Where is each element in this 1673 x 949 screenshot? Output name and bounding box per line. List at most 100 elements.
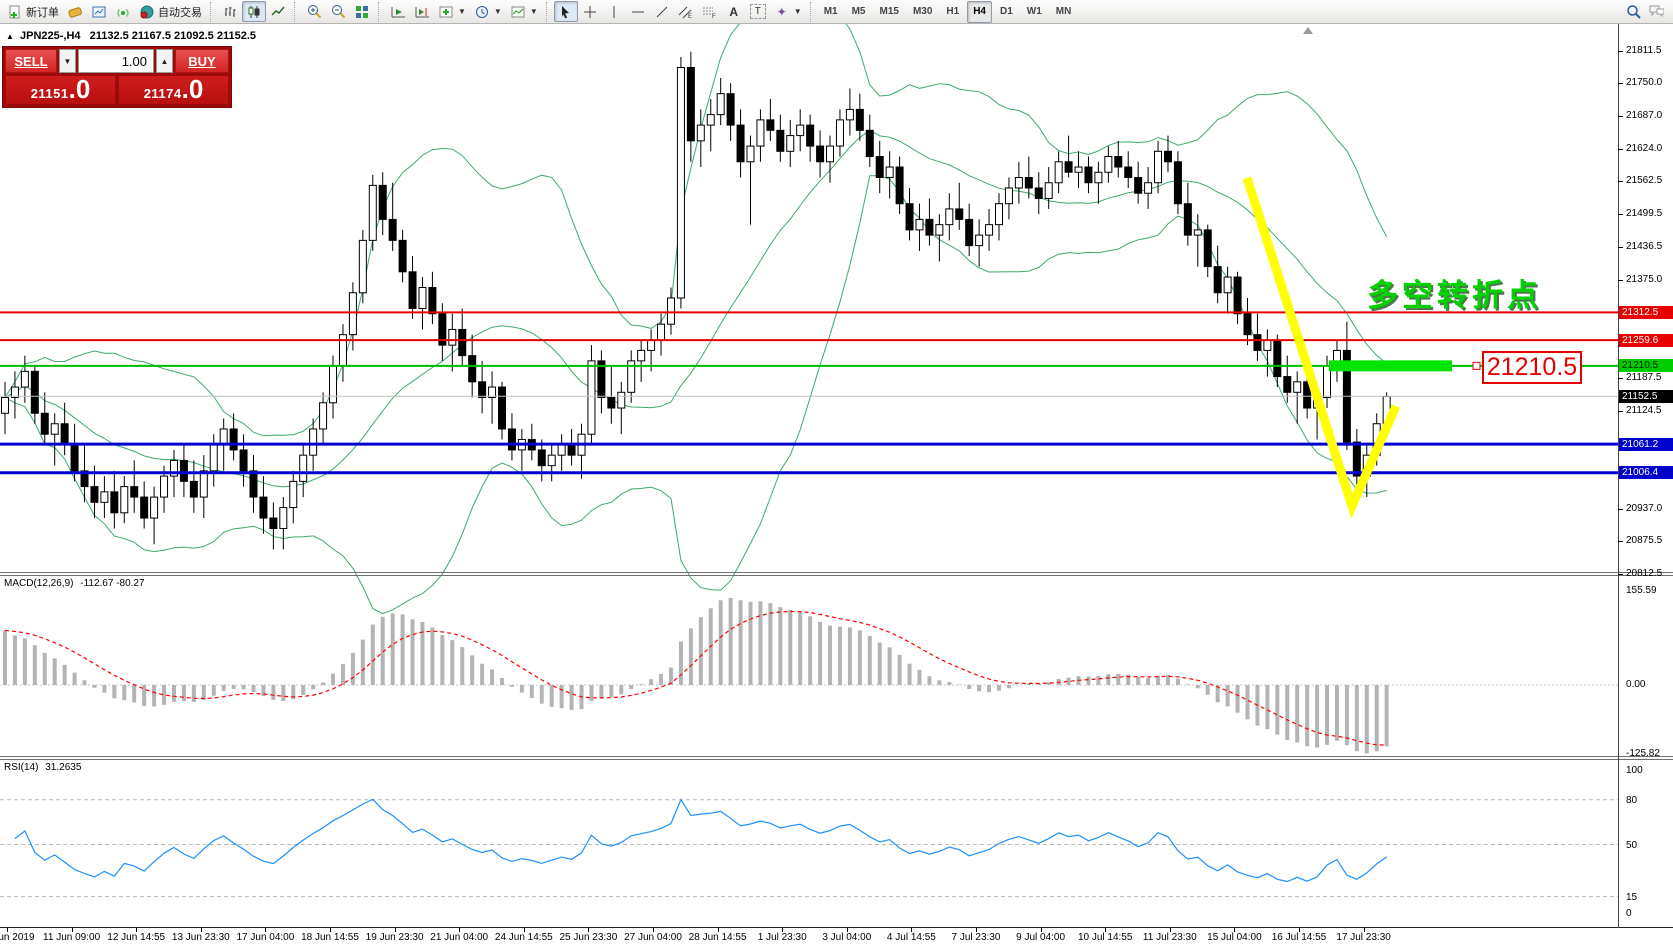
search-icon[interactable] — [1626, 4, 1642, 20]
add-indicator-button[interactable]: ▼ — [434, 1, 470, 22]
new-order-icon — [7, 4, 23, 20]
candlestick-chart-icon — [246, 4, 262, 20]
timeframe-button-H1[interactable]: H1 — [940, 1, 965, 23]
time-axis-label: 13 Jun 23:30 — [172, 932, 230, 943]
sell-price-main: 21151 — [31, 86, 69, 101]
pane-separator[interactable] — [0, 572, 1673, 573]
buy-price-main: 21174 — [144, 86, 182, 101]
sell-button[interactable]: SELL — [5, 49, 57, 73]
support-bar — [1329, 360, 1452, 371]
macd-axis-label: -125.82 — [1626, 748, 1660, 759]
cursor-icon — [558, 4, 574, 20]
price-callout-box[interactable]: 21210.5 — [1482, 351, 1582, 384]
new-order-label: 新订单 — [26, 4, 59, 20]
auto-scroll-button[interactable] — [386, 1, 410, 22]
sell-price-button[interactable]: 21151 .0 — [5, 75, 116, 105]
volume-increase-button[interactable]: ▲ — [156, 49, 173, 73]
price-tick-mark — [1618, 247, 1623, 248]
pane-separator[interactable] — [0, 575, 1673, 576]
price-tick-mark — [1618, 411, 1623, 412]
signal-button[interactable] — [111, 1, 135, 22]
chart-ohlc-values: 21132.5 21167.5 21092.5 21152.5 — [90, 30, 256, 42]
text-tool-button[interactable]: A — [722, 1, 746, 22]
price-tag-21006.4: 21006.4 — [1619, 466, 1673, 479]
price-tick-label: 21124.5 — [1626, 405, 1661, 416]
trendline-icon — [654, 4, 670, 20]
timeframe-button-D1[interactable]: D1 — [994, 1, 1019, 23]
timeframe-button-M15[interactable]: M15 — [874, 1, 905, 23]
shapes-tool-button[interactable]: ✦▼ — [770, 1, 806, 22]
zoom-out-icon — [330, 4, 346, 20]
rsi-axis-label: 100 — [1626, 765, 1643, 776]
timeframe-button-M5[interactable]: M5 — [846, 1, 872, 23]
auto-trading-button[interactable]: 自动交易 — [135, 1, 206, 22]
price-tick-mark — [1618, 149, 1623, 150]
cursor-tool-button[interactable] — [554, 1, 578, 22]
timeframe-button-W1[interactable]: W1 — [1021, 1, 1048, 23]
candlestick-chart-button[interactable] — [242, 1, 266, 22]
svg-text:F: F — [712, 14, 716, 19]
buy-button[interactable]: BUY — [175, 49, 229, 73]
vertical-line-tool-button[interactable] — [602, 1, 626, 22]
zoom-in-icon — [306, 4, 322, 20]
price-tick-label: 21375.0 — [1626, 274, 1662, 285]
toolbar-separator — [378, 2, 382, 22]
chat-icon[interactable] — [1648, 4, 1664, 20]
toolbar-separator — [810, 2, 814, 22]
price-tick-mark — [1618, 509, 1623, 510]
channel-icon: E — [678, 4, 694, 20]
line-chart-button[interactable] — [266, 1, 290, 22]
zoom-out-button[interactable] — [326, 1, 350, 22]
tile-windows-icon — [354, 4, 370, 20]
price-tick-mark — [1618, 51, 1623, 52]
horizontal-line-tool-button[interactable] — [626, 1, 650, 22]
timeframe-button-M30[interactable]: M30 — [907, 1, 938, 23]
time-axis-label: 17 Jul 23:30 — [1336, 932, 1391, 943]
timeframe-button-H4[interactable]: H4 — [967, 1, 992, 23]
price-tick-label: 21436.5 — [1626, 241, 1662, 252]
crosshair-icon — [582, 4, 598, 20]
turning-point-annotation[interactable]: 多空转折点 — [1367, 270, 1542, 315]
trendline-tool-button[interactable] — [650, 1, 674, 22]
mt4-window: 新订单 自动交易 ▼ ▼ ▼ E F A T ✦▼ M1M5M — [0, 0, 1673, 949]
price-tag-21312.5: 21312.5 — [1619, 306, 1673, 319]
eraser-button[interactable] — [63, 1, 87, 22]
bar-chart-button[interactable] — [218, 1, 242, 22]
timeframe-button-MN[interactable]: MN — [1050, 1, 1078, 23]
timeframe-button-M1[interactable]: M1 — [818, 1, 844, 23]
volume-input[interactable]: 1.00 — [78, 49, 154, 73]
new-order-button[interactable]: 新订单 — [3, 1, 63, 22]
zoom-in-button[interactable] — [302, 1, 326, 22]
chart-shift-marker[interactable] — [1303, 27, 1313, 34]
price-tick-label: 21499.5 — [1626, 208, 1662, 219]
time-axis-label: 25 Jun 23:30 — [559, 932, 617, 943]
toolbar: 新订单 自动交易 ▼ ▼ ▼ E F A T ✦▼ M1M5M — [0, 0, 1673, 24]
time-axis-label: 16 Jul 14:55 — [1272, 932, 1327, 943]
buy-price-button[interactable]: 21174 .0 — [118, 75, 229, 105]
label-tool-button[interactable]: T — [746, 1, 770, 22]
time-axis-label: 11 Jul 23:30 — [1143, 932, 1197, 943]
time-axis-label: 11 Jun 09:00 — [43, 932, 100, 943]
macd-axis-label: 155.59 — [1626, 585, 1657, 596]
period-button[interactable]: ▼ — [470, 1, 506, 22]
timeframe-buttons: M1M5M15M30H1H4D1W1MN — [818, 1, 1078, 23]
fibonacci-tool-button[interactable]: F — [698, 1, 722, 22]
template-icon — [510, 4, 526, 20]
chart-shift-button[interactable] — [410, 1, 434, 22]
macd-signal-line — [5, 612, 1387, 746]
chart-canvas[interactable] — [0, 0, 1673, 949]
channel-tool-button[interactable]: E — [674, 1, 698, 22]
pane-separator[interactable] — [0, 759, 1673, 760]
time-axis-label: 10 Jul 14:55 — [1078, 932, 1133, 943]
volume-decrease-button[interactable]: ▼ — [59, 49, 76, 73]
tile-windows-button[interactable] — [350, 1, 374, 22]
template-button[interactable]: ▼ — [506, 1, 542, 22]
time-axis-label: 19 Jun 23:30 — [366, 932, 424, 943]
rsi-axis-label: 50 — [1626, 840, 1637, 851]
one-click-trading-panel: SELL ▼ 1.00 ▲ BUY 21151 .0 21174 .0 — [2, 46, 232, 108]
pane-separator[interactable] — [0, 756, 1673, 757]
price-tag-21061.2: 21061.2 — [1619, 438, 1673, 451]
dropdown-arrow-icon: ▼ — [530, 7, 538, 16]
crosshair-tool-button[interactable] — [578, 1, 602, 22]
charts-window-button[interactable] — [87, 1, 111, 22]
